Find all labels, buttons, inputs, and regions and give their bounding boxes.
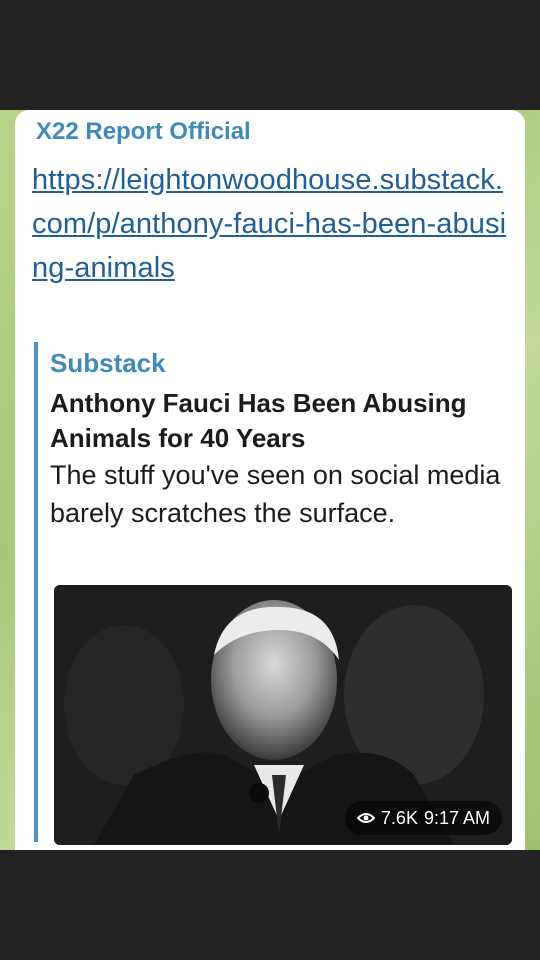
eye-icon — [356, 811, 375, 825]
message-link[interactable]: https://leightonwoodhouse.substack.com/p… — [32, 158, 510, 290]
message-bubble[interactable]: X22 Report Official https://leightonwood… — [15, 110, 525, 850]
view-count: 7.6K — [380, 807, 418, 828]
message-time: 9:17 AM — [423, 807, 490, 828]
preview-description: The stuff you've seen on social media ba… — [50, 460, 501, 528]
chat-background: X22 Report Official https://leightonwood… — [0, 110, 540, 850]
top-black-bar — [0, 0, 540, 110]
bottom-black-bar — [0, 850, 540, 960]
preview-image[interactable]: 7.6K 9:17 AM — [54, 585, 512, 845]
preview-site-name: Substack — [50, 348, 166, 378]
sender-name[interactable]: X22 Report Official — [36, 118, 251, 146]
link-preview[interactable]: Substack Anthony Fauci Has Been Abusing … — [34, 342, 516, 845]
preview-title: Anthony Fauci Has Been Abusing Animals f… — [50, 388, 467, 453]
message-meta: 7.6K 9:17 AM — [344, 801, 502, 835]
